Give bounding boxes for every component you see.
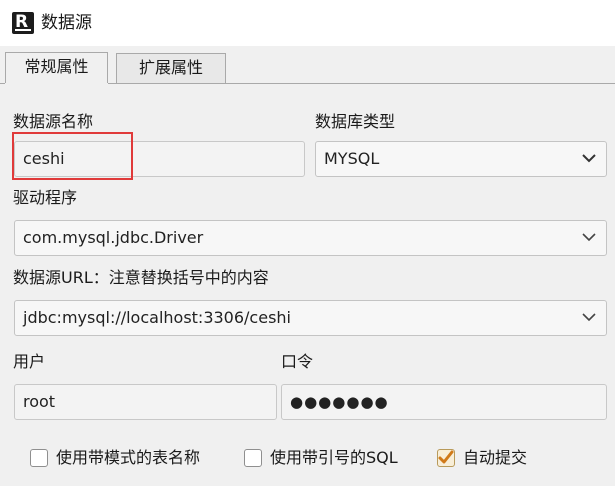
tab-extended-properties[interactable]: 扩展属性 [116,53,226,83]
user-value: root [23,392,56,411]
password-label: 口令 [281,352,314,371]
auto-commit-checkbox[interactable] [437,449,455,467]
schema-table-name-label: 使用带模式的表名称 [56,448,201,467]
tab-strip: 常规属性 扩展属性 [0,46,615,84]
url-select[interactable]: jdbc:mysql://localhost:3306/ceshi [14,300,607,336]
quoted-sql-checkbox[interactable] [244,449,262,467]
database-type-value: MYSQL [324,149,380,168]
window-title: 数据源 [41,13,92,33]
url-value: jdbc:mysql://localhost:3306/ceshi [23,308,291,327]
password-input[interactable]: ●●●●●●● [281,384,607,420]
chevron-down-icon [582,313,596,322]
password-value: ●●●●●●● [290,393,389,411]
chevron-down-icon [582,233,596,242]
title-bar: R 数据源 [0,0,615,46]
chevron-down-icon [582,154,596,163]
datasource-name-value: ceshi [23,149,65,168]
tab-divider-gap [5,83,108,84]
app-logo-icon: R [12,12,34,34]
driver-label: 驱动程序 [13,188,78,207]
driver-value: com.mysql.jdbc.Driver [23,228,204,247]
database-type-select[interactable]: MYSQL [315,141,607,177]
datasource-name-input[interactable]: ceshi [14,141,305,177]
datasource-name-label: 数据源名称 [13,112,94,131]
auto-commit-label: 自动提交 [463,448,528,467]
tab-general-properties[interactable]: 常规属性 [5,52,108,84]
checkmark-icon [438,450,454,464]
url-label: 数据源URL：注意替换括号中的内容 [13,268,269,287]
schema-table-name-checkbox[interactable] [30,449,48,467]
user-input[interactable]: root [14,384,277,420]
quoted-sql-label: 使用带引号的SQL [270,448,398,467]
tab-label: 常规属性 [24,57,89,76]
driver-select[interactable]: com.mysql.jdbc.Driver [14,220,607,256]
user-label: 用户 [13,352,46,371]
tab-label: 扩展属性 [138,58,203,77]
database-type-label: 数据库类型 [315,112,396,131]
